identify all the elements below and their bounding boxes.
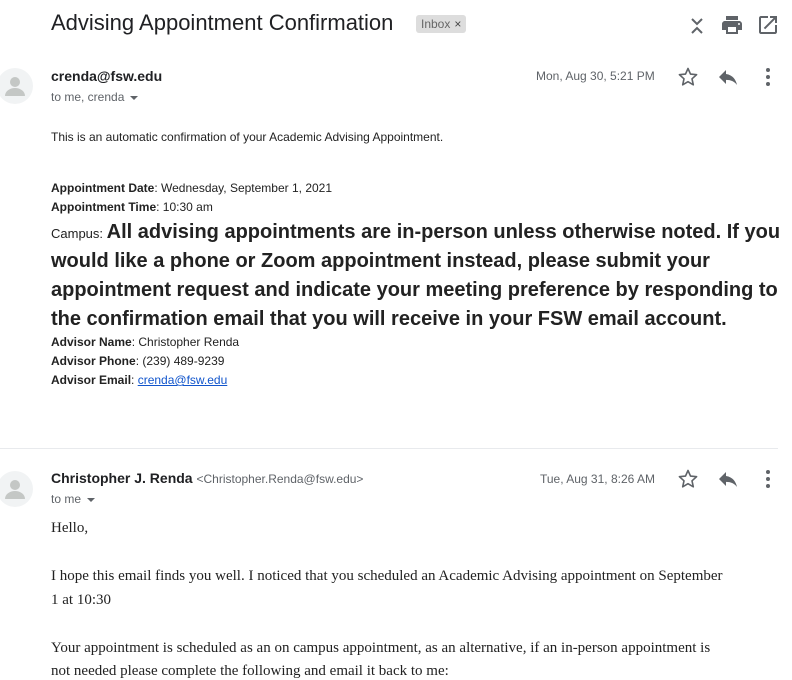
- remove-label-icon[interactable]: ×: [454, 17, 461, 31]
- paragraph1-line2: 1 at 10:30: [51, 592, 111, 608]
- sender-avatar[interactable]: [0, 68, 33, 104]
- appointment-time-value: : 10:30 am: [156, 200, 213, 214]
- inbox-label-chip[interactable]: Inbox ×: [416, 15, 467, 33]
- greeting-text: Hello,: [51, 520, 89, 536]
- default-user-icon: [5, 77, 25, 96]
- paragraph2-line2: not needed please complete the following…: [51, 663, 449, 679]
- advisor-email-label: Advisor Email: [51, 373, 132, 387]
- appointment-time-label: Appointment Time: [51, 200, 157, 214]
- advisor-phone-line: Advisor Phone: (239) 489-9239: [51, 354, 224, 368]
- advisor-phone-value: : (239) 489-9239: [135, 354, 225, 368]
- appointment-date-line: Appointment Date: Wednesday, September 1…: [51, 181, 332, 195]
- default-user-icon: [5, 480, 25, 499]
- reply-icon[interactable]: [716, 65, 740, 89]
- paragraph2-line1: Your appointment is scheduled as an on c…: [51, 640, 711, 656]
- paragraph1-line1: I hope this email finds you well. I noti…: [51, 568, 723, 584]
- appointment-date-value: : Wednesday, September 1, 2021: [154, 181, 333, 195]
- campus-notice: All advising appointments are in-person …: [51, 221, 781, 330]
- expand-collapse-icon[interactable]: [685, 14, 709, 38]
- advisor-email-link[interactable]: crenda@fsw.edu: [138, 373, 228, 387]
- advisor-name-label: Advisor Name: [51, 335, 132, 349]
- caret-down-icon: [87, 497, 96, 502]
- caret-down-icon: [130, 95, 139, 100]
- intro-text: This is an automatic confirmation of you…: [51, 130, 444, 144]
- email-subject: Advising Appointment Confirmation: [51, 10, 394, 35]
- advisor-name-line: Advisor Name: Christopher Renda: [51, 335, 239, 349]
- more-options-icon[interactable]: [756, 65, 780, 89]
- campus-label: Campus:: [51, 226, 107, 241]
- recipients-dropdown[interactable]: to me, crenda: [51, 90, 139, 104]
- advisor-phone-label: Advisor Phone: [51, 354, 136, 368]
- campus-block: Campus: All advising appointments are in…: [51, 218, 781, 334]
- print-icon[interactable]: [720, 13, 744, 37]
- advisor-name-value: : Christopher Renda: [131, 335, 240, 349]
- more-options-icon[interactable]: [756, 467, 780, 491]
- star-icon[interactable]: [676, 467, 700, 491]
- sender-name-line[interactable]: Christopher J. Renda <Christopher.Renda@…: [51, 470, 363, 486]
- advisor-email-line: Advisor Email: crenda@fsw.edu: [51, 373, 227, 387]
- sender-email: <Christopher.Renda@fsw.edu>: [196, 472, 364, 486]
- star-icon[interactable]: [676, 65, 700, 89]
- appointment-time-line: Appointment Time: 10:30 am: [51, 200, 213, 214]
- recipients-text: to me: [51, 492, 82, 506]
- open-in-new-window-icon[interactable]: [756, 13, 780, 37]
- appointment-date-label: Appointment Date: [51, 181, 155, 195]
- inbox-label-text: Inbox: [421, 17, 451, 31]
- sender-avatar[interactable]: [0, 471, 33, 507]
- recipients-text: to me, crenda: [51, 90, 125, 104]
- message-date: Mon, Aug 30, 5:21 PM: [536, 69, 655, 83]
- message-date: Tue, Aug 31, 8:26 AM: [540, 472, 655, 486]
- message-divider: [0, 448, 778, 449]
- reply-icon[interactable]: [716, 467, 740, 491]
- advisor-email-sep: :: [131, 373, 138, 387]
- sender-name[interactable]: crenda@fsw.edu: [51, 68, 162, 84]
- sender-name: Christopher J. Renda: [51, 470, 193, 486]
- recipients-dropdown[interactable]: to me: [51, 492, 96, 506]
